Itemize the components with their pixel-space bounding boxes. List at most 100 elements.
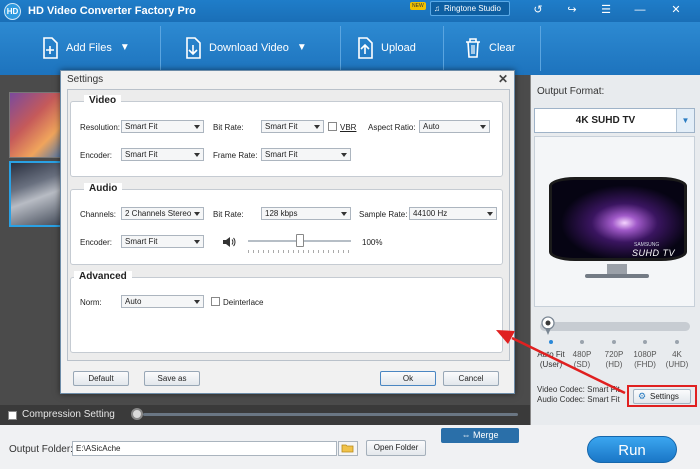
audio-group [70, 189, 503, 265]
audio-encoder-select[interactable]: Smart Fit [121, 235, 204, 248]
chevron-down-icon[interactable]: ▼ [297, 35, 307, 61]
video-bitrate-label: Bit Rate: [213, 123, 244, 132]
video-codec-text: Video Codec: Smart Fit [537, 385, 620, 394]
quality-name: Auto Fit [537, 350, 565, 359]
clear-label: Clear [489, 42, 516, 54]
aspect-ratio-value: Auto [423, 122, 440, 131]
cancel-button[interactable]: Cancel [443, 371, 499, 386]
chevron-down-icon [341, 212, 347, 216]
quality-dot[interactable] [643, 340, 647, 344]
bell-icon: ♫ [434, 4, 440, 13]
chevron-down-icon[interactable]: ▼ [120, 35, 130, 61]
dialog-title: Settings [67, 74, 104, 85]
channels-select[interactable]: 2 Channels Stereo [121, 207, 204, 220]
quality-dot[interactable] [612, 340, 616, 344]
sample-rate-select[interactable]: 44100 Hz [409, 207, 497, 220]
resolution-select[interactable]: Smart Fit [121, 120, 204, 133]
app-logo: HD [4, 3, 21, 20]
upload-button[interactable]: Upload [355, 35, 416, 61]
chevron-down-icon [194, 240, 200, 244]
download-video-button[interactable]: Download Video ▼ [183, 35, 307, 61]
resolution-value: Smart Fit [125, 122, 158, 131]
frame-rate-value: Smart Fit [265, 150, 298, 159]
minimize-icon[interactable]: — [628, 2, 652, 18]
channels-label: Channels: [80, 210, 117, 219]
close-icon[interactable]: ✕ [664, 2, 688, 18]
quality-option-480p[interactable]: 480P (SD) [565, 350, 599, 370]
toolbar-divider [443, 26, 444, 71]
refresh-icon[interactable]: ↺ [526, 2, 550, 18]
norm-select[interactable]: Auto [121, 295, 204, 308]
run-button[interactable]: Run [587, 436, 677, 463]
compression-slider[interactable] [143, 413, 518, 416]
quality-name: 4K [672, 350, 682, 359]
add-file-icon [40, 37, 60, 59]
aspect-ratio-label: Aspect Ratio: [368, 123, 416, 132]
quality-option-auto-fit[interactable]: Auto Fit (User) [534, 350, 568, 370]
toolbar-divider [340, 26, 341, 71]
video-thumbnail[interactable] [9, 92, 67, 158]
settings-label: Settings [650, 392, 679, 401]
audio-bitrate-select[interactable]: 128 kbps [261, 207, 351, 220]
video-thumbnail[interactable] [9, 161, 67, 227]
compression-slider-thumb[interactable] [131, 408, 143, 420]
chevron-down-icon [194, 300, 200, 304]
clear-button[interactable]: Clear [463, 35, 515, 61]
quality-option-720p[interactable]: 720P (HD) [597, 350, 631, 370]
default-button[interactable]: Default [73, 371, 129, 386]
vbr-label[interactable]: VBR [340, 123, 356, 132]
video-bitrate-select[interactable]: Smart Fit [261, 120, 324, 133]
close-icon[interactable]: ✕ [498, 72, 508, 86]
merge-icon: ⇔ [461, 430, 473, 440]
merge-label: Merge [473, 430, 499, 440]
settings-button[interactable]: ⚙ Settings [633, 389, 691, 404]
quality-sub: (FHD) [634, 360, 656, 369]
merge-button[interactable]: ⇔ Merge [441, 428, 519, 443]
save-as-button[interactable]: Save as [144, 371, 200, 386]
video-group [70, 101, 503, 177]
chevron-down-icon [194, 153, 200, 157]
upload-icon [355, 37, 375, 59]
add-files-button[interactable]: Add Files ▼ [40, 35, 130, 61]
quality-dot[interactable] [675, 340, 679, 344]
ok-button[interactable]: Ok [380, 371, 436, 386]
format-preview[interactable]: SAMSUNG SUHD TV [534, 136, 695, 307]
chevron-down-icon [194, 212, 200, 216]
quality-option-4k[interactable]: 4K (UHD) [660, 350, 694, 370]
quality-dot[interactable] [580, 340, 584, 344]
volume-slider-thumb[interactable] [295, 234, 304, 247]
frame-rate-label: Frame Rate: [213, 151, 258, 160]
menu-icon[interactable]: ☰ [594, 2, 618, 18]
compression-checkbox[interactable] [8, 411, 17, 420]
aspect-ratio-select[interactable]: Auto [419, 120, 490, 133]
deinterlace-label: Deinterlace [223, 298, 264, 307]
video-encoder-select[interactable]: Smart Fit [121, 148, 204, 161]
output-folder-label: Output Folder: [9, 444, 73, 455]
title-bar: HD HD Video Converter Factory Pro NEW ♫ … [0, 0, 700, 22]
vbr-checkbox[interactable] [328, 122, 337, 131]
browse-folder-button[interactable] [338, 441, 358, 456]
quality-slider-thumb[interactable] [541, 316, 555, 336]
speaker-icon[interactable] [222, 236, 236, 248]
chevron-down-icon[interactable]: ▼ [676, 109, 694, 132]
sample-rate-label: Sample Rate: [359, 210, 408, 219]
quality-option-1080p[interactable]: 1080P (FHD) [628, 350, 662, 370]
share-icon[interactable]: ↪ [560, 2, 584, 18]
deinterlace-checkbox[interactable] [211, 297, 220, 306]
output-folder-input[interactable]: E:\ASicAche [72, 441, 337, 456]
quality-name: 720P [604, 350, 624, 359]
quality-slider[interactable] [540, 322, 690, 331]
quality-sub: (SD) [573, 360, 591, 369]
frame-rate-select[interactable]: Smart Fit [261, 148, 351, 161]
open-folder-button[interactable]: Open Folder [366, 440, 426, 456]
quality-sub: (UHD) [665, 360, 689, 369]
video-bitrate-value: Smart Fit [265, 122, 298, 131]
quality-name: 480P [572, 350, 592, 359]
quality-dot[interactable] [549, 340, 553, 344]
output-format-select[interactable]: 4K SUHD TV ▼ [534, 108, 695, 133]
ringtone-studio-button[interactable]: ♫ Ringtone Studio [430, 1, 510, 16]
advanced-group [70, 277, 503, 353]
audio-encoder-value: Smart Fit [125, 237, 158, 246]
quality-sub: (User) [539, 360, 563, 369]
video-encoder-label: Encoder: [80, 151, 113, 160]
